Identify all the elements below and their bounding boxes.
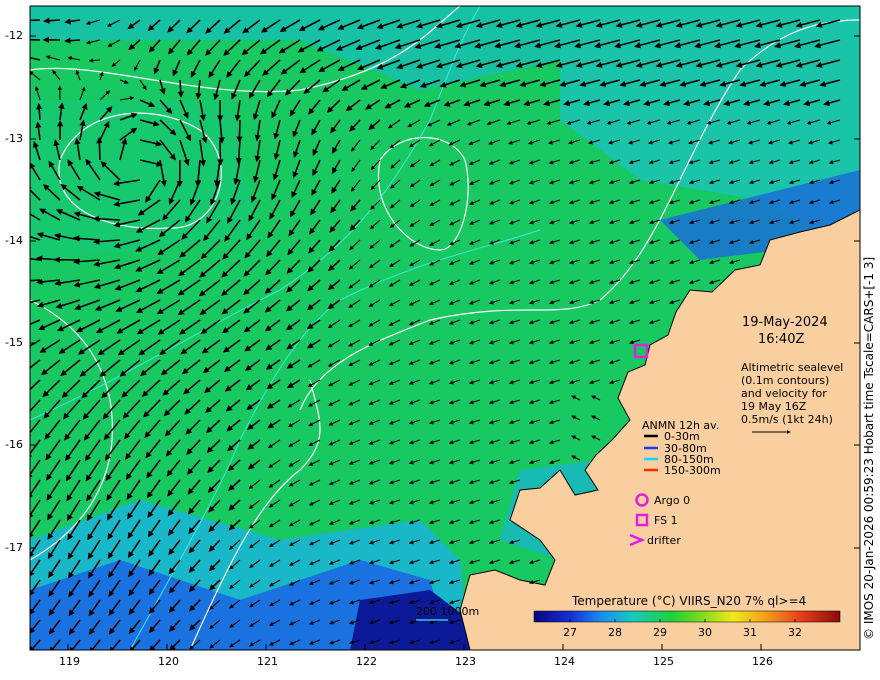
- longitude-tick-label: 124: [554, 655, 575, 668]
- drifter-legend-label: drifter: [647, 534, 681, 547]
- velocity-arrow: [177, 79, 184, 98]
- velocity-arrow: [236, 119, 243, 143]
- latitude-tick-label: -14: [5, 234, 23, 247]
- latitude-tick-label: -13: [5, 132, 23, 145]
- anmn-legend-item: 150-300m: [664, 464, 721, 477]
- latitude-tick-label: -17: [5, 541, 23, 554]
- depth-legend-label: 200 1000m: [416, 605, 480, 618]
- altimetry-line: and velocity for: [741, 387, 827, 400]
- longitude-tick-label: 121: [257, 655, 278, 668]
- velocity-arrow: [96, 136, 103, 161]
- velocity-arrow: [43, 17, 61, 24]
- latitude-tick-label: -15: [5, 336, 23, 349]
- longitude-tick-label: 123: [455, 655, 476, 668]
- colorbar-tick-label: 27: [563, 626, 577, 639]
- longitude-tick-label: 125: [653, 655, 674, 668]
- colorbar-tick-label: 32: [788, 626, 802, 639]
- altimetry-line: Altimetric sealevel: [741, 361, 844, 374]
- colorbar-title: Temperature (°C) VIIRS_N20 7% ql>=4: [572, 594, 807, 608]
- latitude-tick-label: -12: [5, 29, 23, 42]
- longitude-tick-label: 120: [158, 655, 179, 668]
- velocity-arrow: [30, 19, 41, 22]
- altimetry-note: Altimetric sealevel (0.1m contours) and …: [741, 361, 843, 426]
- longitude-tick-label: 119: [59, 655, 80, 668]
- argo-legend-label: Argo 0: [654, 494, 691, 507]
- latitude-tick-label: -16: [5, 438, 23, 451]
- altimetry-line: 19 May 16Z: [741, 400, 807, 413]
- fs-legend-label: FS 1: [654, 514, 678, 527]
- colorbar-tick-label: 31: [743, 626, 757, 639]
- colorbar-tick-label: 30: [698, 626, 712, 639]
- altimetry-line: 0.5m/s (1kt 24h): [741, 413, 833, 426]
- velocity-arrow: [30, 38, 41, 41]
- date-label: 19-May-2024: [742, 315, 828, 330]
- colorbar-tick-label: 29: [653, 626, 667, 639]
- velocity-arrow: [64, 37, 81, 44]
- sst-map: [29, 5, 861, 651]
- credit-text: © IMOS 20-Jan-2026 00:59:23 Hobart time …: [862, 256, 876, 640]
- longitude-tick-label: 126: [752, 655, 773, 668]
- altimetry-line: (0.1m contours): [741, 374, 830, 387]
- colorbar: [533, 610, 841, 623]
- map-plot-area: [30, 6, 860, 650]
- ocean-eddy-patch: [30, 100, 260, 260]
- colorbar-tick-label: 28: [608, 626, 622, 639]
- time-label: 16:40Z: [758, 332, 805, 347]
- longitude-tick-label: 122: [356, 655, 377, 668]
